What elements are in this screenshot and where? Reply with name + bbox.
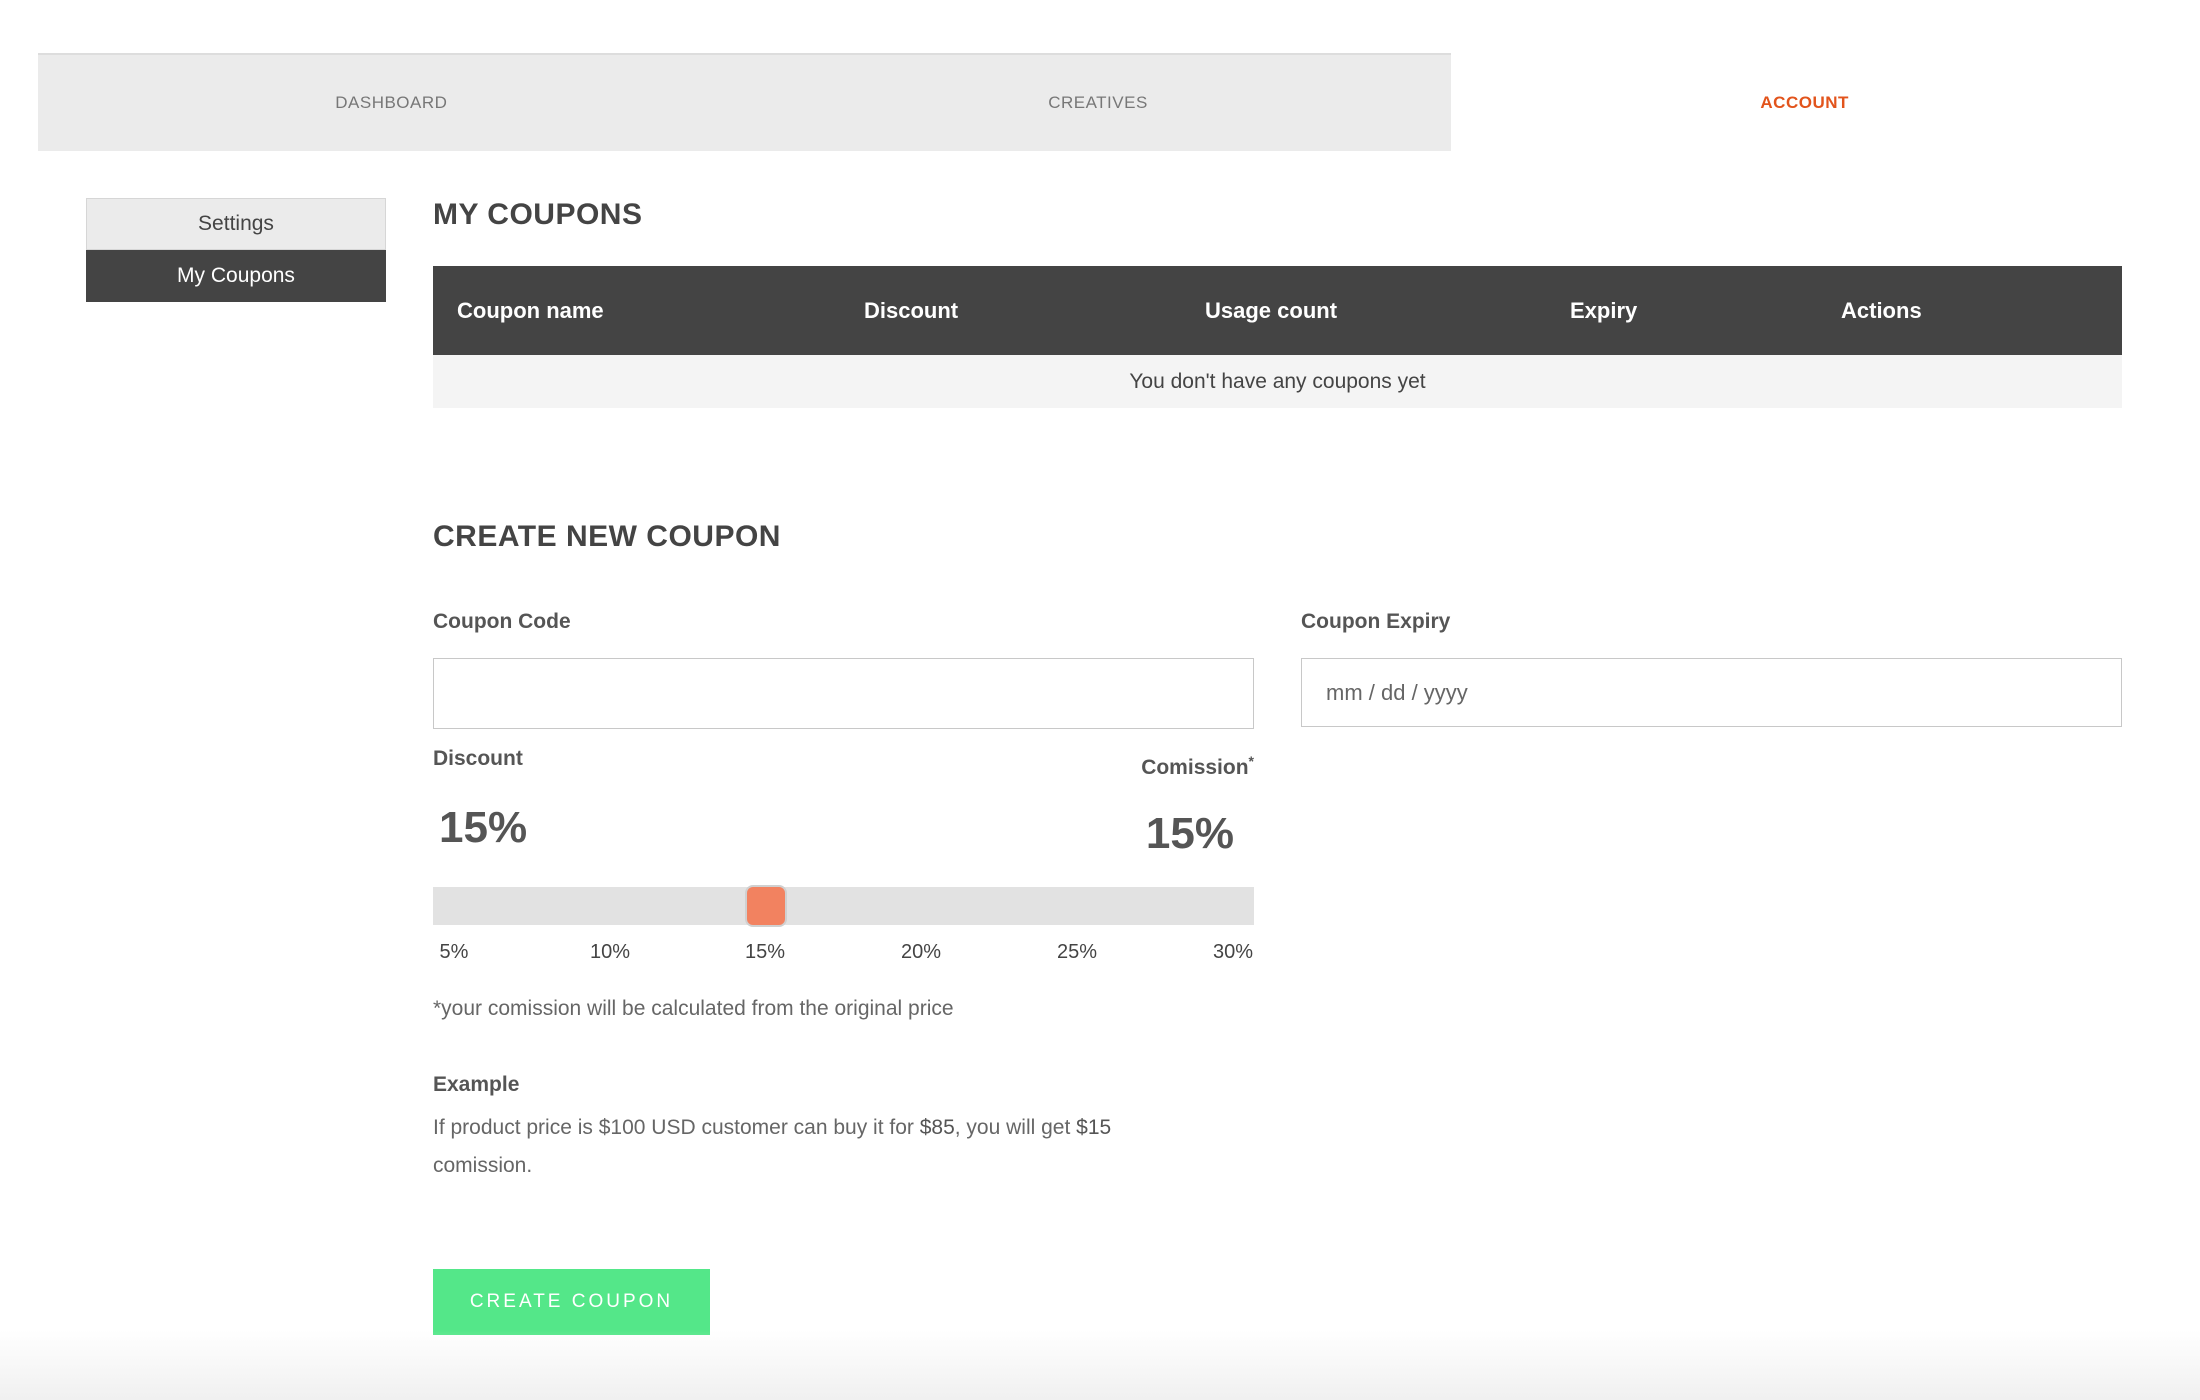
slider-tick: 25%	[1056, 941, 1098, 963]
coupon-expiry-label: Coupon Expiry	[1301, 610, 1451, 633]
coupon-code-label: Coupon Code	[433, 610, 571, 633]
column-header-usage-count[interactable]: Usage count	[1205, 298, 1337, 324]
tab-account[interactable]: ACCOUNT	[1451, 53, 2158, 151]
slider-ticks: 5% 10% 15% 20% 25% 30%	[433, 941, 1254, 981]
slider-tick: 5%	[439, 941, 469, 963]
create-coupon-button[interactable]: CREATE COUPON	[433, 1269, 710, 1335]
sidebar-item-settings[interactable]: Settings	[86, 198, 386, 250]
commission-label-text: Comission	[1141, 756, 1249, 779]
slider-handle[interactable]	[744, 885, 787, 927]
discount-label: Discount	[433, 747, 523, 770]
table-empty-row: You don't have any coupons yet	[433, 355, 2122, 408]
coupon-expiry-input[interactable]	[1301, 658, 2122, 727]
my-coupons-title: MY COUPONS	[433, 198, 643, 231]
commission-asterisk: *	[1248, 753, 1254, 769]
empty-message: You don't have any coupons yet	[1129, 369, 1426, 393]
slider-tick: 10%	[589, 941, 631, 963]
example-title: Example	[433, 1073, 520, 1096]
slider-tick: 30%	[1212, 941, 1254, 963]
tab-creatives[interactable]: CREATIVES	[744, 53, 1452, 151]
commission-label: Comission*	[1141, 753, 1254, 780]
column-header-discount[interactable]: Discount	[864, 298, 958, 324]
example-commission: $15	[1076, 1116, 1112, 1139]
coupon-form-right: Coupon Expiry	[1301, 610, 2122, 727]
column-header-expiry[interactable]: Expiry	[1570, 298, 1637, 324]
example-price: $85	[919, 1116, 955, 1139]
page-bottom-fade	[0, 1330, 2200, 1400]
slider-tick: 15%	[744, 941, 786, 963]
main-content: MY COUPONS Coupon name Discount Usage co…	[433, 198, 2122, 1335]
example-part-2: , you will get	[954, 1116, 1077, 1139]
example-text: If product price is $100 USD customer ca…	[433, 1109, 1163, 1185]
coupon-code-input[interactable]	[433, 658, 1254, 729]
example-part-1: If product price is $100 USD customer ca…	[433, 1116, 920, 1139]
discount-slider[interactable]	[433, 885, 1254, 927]
slider-tick: 20%	[900, 941, 942, 963]
example-part-3: comission.	[433, 1154, 533, 1177]
sidebar-item-my-coupons[interactable]: My Coupons	[86, 250, 386, 302]
column-header-coupon-name[interactable]: Coupon name	[457, 298, 604, 324]
commission-note: *your comission will be calculated from …	[433, 997, 954, 1020]
create-coupon-title: CREATE NEW COUPON	[433, 520, 781, 553]
coupons-table: Coupon name Discount Usage count Expiry …	[433, 266, 2122, 408]
top-navigation: DASHBOARD CREATIVES ACCOUNT	[38, 53, 2158, 151]
tab-dashboard[interactable]: DASHBOARD	[38, 53, 745, 151]
sidebar: Settings My Coupons	[86, 198, 386, 302]
coupon-form-left: Coupon Code Discount Comission* 15% 15% …	[433, 610, 1254, 1335]
commission-value: 15%	[1145, 809, 1234, 858]
table-header: Coupon name Discount Usage count Expiry …	[433, 266, 2122, 355]
page: DASHBOARD CREATIVES ACCOUNT Settings My …	[0, 0, 2200, 1400]
discount-value: 15%	[439, 803, 528, 852]
column-header-actions: Actions	[1841, 297, 1922, 323]
discount-header: Discount Comission* 15% 15%	[433, 747, 1254, 877]
